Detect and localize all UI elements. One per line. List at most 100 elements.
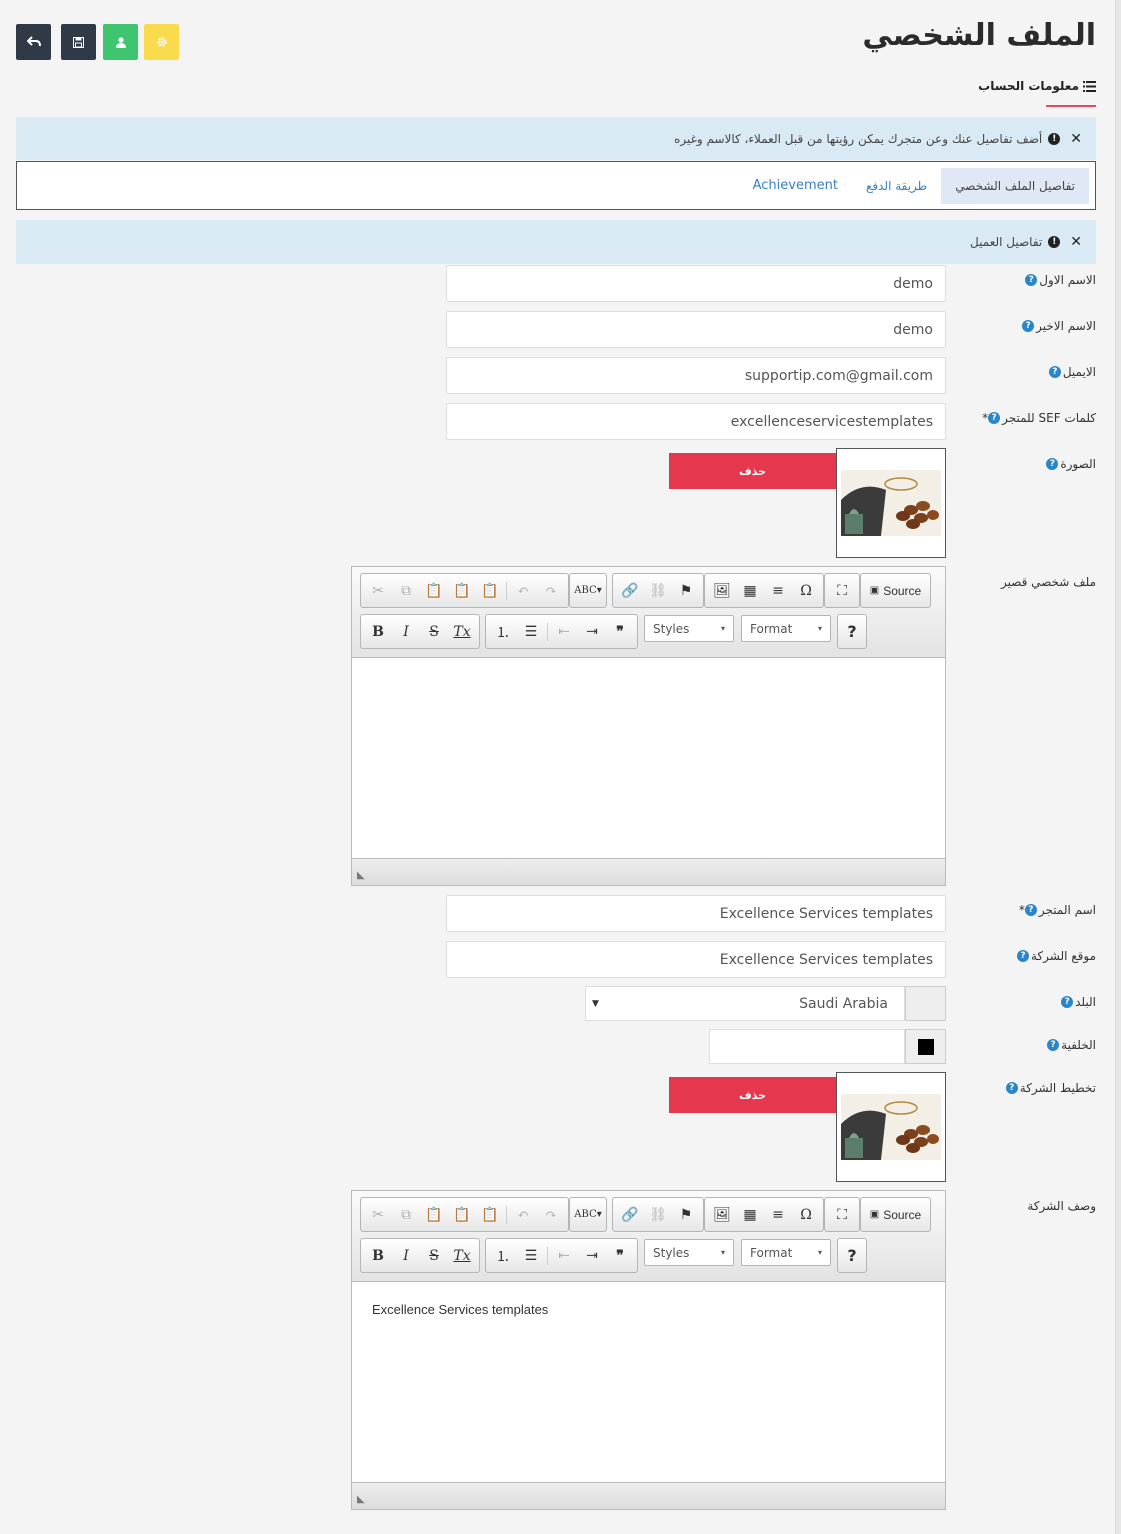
company-desc-content[interactable]: Excellence Services templates [352, 1282, 945, 1482]
blockquote-icon[interactable]: ❞ [606, 1242, 634, 1270]
strike-icon[interactable]: S [420, 618, 448, 646]
profile-button[interactable] [103, 24, 138, 60]
maximize-icon[interactable]: ⛶ [828, 577, 856, 605]
anchor-flag-icon[interactable]: ⚑ [672, 577, 700, 605]
special-char-icon[interactable]: Ω [792, 577, 820, 605]
table-icon[interactable]: ▦ [736, 1201, 764, 1229]
table-icon[interactable]: ▦ [736, 577, 764, 605]
help-button[interactable]: ? [837, 1238, 867, 1273]
cut-icon[interactable]: ✂ [364, 1201, 392, 1229]
indent-icon[interactable]: ⇥ [578, 618, 606, 646]
email-field[interactable]: supportip.com@gmail.com [446, 357, 946, 394]
numbered-list-icon[interactable]: ⒈ [489, 618, 517, 646]
help-icon[interactable]: ? [1046, 458, 1059, 470]
help-icon[interactable]: ? [1048, 366, 1061, 378]
bulleted-list-icon[interactable]: ☰ [517, 1242, 545, 1270]
format-dropdown[interactable]: Format ▾ [741, 615, 831, 642]
store-name-field[interactable]: Excellence Services templates [446, 895, 946, 932]
help-icon[interactable]: ? [1016, 950, 1029, 962]
italic-icon[interactable]: I [392, 1242, 420, 1270]
unlink-icon[interactable]: ⛓ [644, 577, 672, 605]
help-icon[interactable]: ? [1047, 1039, 1060, 1051]
company-logo-image[interactable] [836, 1072, 946, 1182]
paste-text-icon[interactable]: 📋 [448, 577, 476, 605]
image-icon[interactable]: 🖼 [708, 577, 736, 605]
back-button[interactable] [16, 24, 51, 60]
spellcheck-icon[interactable]: ABC▾ [573, 577, 603, 605]
sef-field[interactable]: excellenceservicestemplates [446, 403, 946, 440]
image-icon[interactable]: 🖼 [708, 1201, 736, 1229]
redo-icon[interactable]: ↷ [537, 1201, 565, 1229]
alert-text: تفاصيل العميل [970, 235, 1043, 249]
paste-word-icon[interactable]: 📋 [476, 577, 504, 605]
close-icon[interactable]: ✕ [1070, 131, 1082, 147]
source-icon: ▣ [869, 585, 880, 596]
paste-icon[interactable]: 📋 [420, 1201, 448, 1229]
close-icon[interactable]: ✕ [1070, 234, 1082, 250]
horizontal-line-icon[interactable]: ≡ [764, 1201, 792, 1229]
bold-icon[interactable]: B [364, 1242, 392, 1270]
save-button[interactable] [61, 24, 96, 60]
bold-icon[interactable]: B [364, 618, 392, 646]
blockquote-icon[interactable]: ❞ [606, 618, 634, 646]
scrollbar[interactable] [1115, 0, 1121, 1534]
help-icon[interactable]: ? [1061, 996, 1074, 1008]
redo-icon[interactable]: ↷ [537, 577, 565, 605]
unlink-icon[interactable]: ⛓ [644, 1201, 672, 1229]
save-icon [73, 36, 84, 48]
paste-word-icon[interactable]: 📋 [476, 1201, 504, 1229]
short-bio-content[interactable] [352, 658, 945, 858]
resize-handle-icon[interactable]: ◣ [357, 1494, 365, 1505]
profile-image[interactable] [836, 448, 946, 558]
numbered-list-icon[interactable]: ⒈ [489, 1242, 517, 1270]
tab-payment-method[interactable]: طريقة الدفع [852, 168, 941, 204]
company-site-field[interactable]: Excellence Services templates [446, 941, 946, 978]
help-button[interactable]: ? [837, 614, 867, 649]
cut-icon[interactable]: ✂ [364, 577, 392, 605]
profile-tabs: تفاصيل الملف الشخصي طريقة الدفع Achievem… [16, 161, 1096, 210]
remove-format-icon[interactable]: Tx [448, 618, 476, 646]
undo-icon[interactable]: ↶ [509, 577, 537, 605]
delete-logo-button[interactable]: حذف [669, 1077, 836, 1113]
help-icon[interactable]: ? [1025, 274, 1038, 286]
strike-icon[interactable]: S [420, 1242, 448, 1270]
help-icon[interactable]: ? [1022, 320, 1035, 332]
resize-handle-icon[interactable]: ◣ [357, 870, 365, 881]
settings-button[interactable] [144, 24, 179, 60]
first-name-field[interactable]: demo [446, 265, 946, 302]
color-picker-button[interactable] [905, 1029, 946, 1064]
help-icon[interactable]: ? [988, 412, 1001, 424]
link-icon[interactable]: 🔗 [616, 577, 644, 605]
paste-icon[interactable]: 📋 [420, 577, 448, 605]
background-color-field[interactable] [709, 1029, 905, 1064]
spellcheck-icon[interactable]: ABC▾ [573, 1201, 603, 1229]
copy-icon[interactable]: ⧉ [392, 577, 420, 605]
outdent-icon[interactable]: ⇤ [550, 1242, 578, 1270]
outdent-icon[interactable]: ⇤ [550, 618, 578, 646]
horizontal-line-icon[interactable]: ≡ [764, 577, 792, 605]
remove-format-icon[interactable]: Tx [448, 1242, 476, 1270]
indent-icon[interactable]: ⇥ [578, 1242, 606, 1270]
bulleted-list-icon[interactable]: ☰ [517, 618, 545, 646]
delete-image-button[interactable]: حذف [669, 453, 836, 489]
help-icon[interactable]: ? [1005, 1082, 1018, 1094]
styles-dropdown[interactable]: Styles ▾ [644, 615, 734, 642]
link-icon[interactable]: 🔗 [616, 1201, 644, 1229]
format-dropdown[interactable]: Format ▾ [741, 1239, 831, 1266]
source-button[interactable]: ▣ Source [860, 573, 931, 608]
styles-dropdown[interactable]: Styles ▾ [644, 1239, 734, 1266]
copy-icon[interactable]: ⧉ [392, 1201, 420, 1229]
source-button[interactable]: ▣ Source [860, 1197, 931, 1232]
paste-text-icon[interactable]: 📋 [448, 1201, 476, 1229]
tab-achievement[interactable]: Achievement [739, 168, 852, 204]
tab-profile-details[interactable]: تفاصيل الملف الشخصي [941, 167, 1089, 204]
italic-icon[interactable]: I [392, 618, 420, 646]
undo-icon[interactable]: ↶ [509, 1201, 537, 1229]
last-name-field[interactable]: demo [446, 311, 946, 348]
last-name-label: الاسم الاخير? [1022, 319, 1096, 333]
country-select[interactable]: Saudi Arabia ▼ [585, 986, 905, 1021]
special-char-icon[interactable]: Ω [792, 1201, 820, 1229]
help-icon[interactable]: ? [1024, 904, 1037, 916]
maximize-icon[interactable]: ⛶ [828, 1201, 856, 1229]
anchor-flag-icon[interactable]: ⚑ [672, 1201, 700, 1229]
